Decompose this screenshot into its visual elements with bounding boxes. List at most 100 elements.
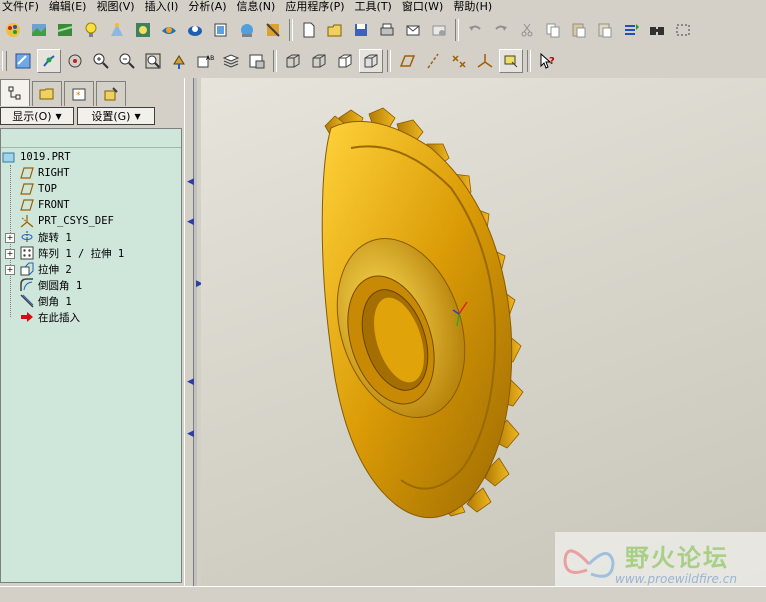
tree-item-insert-here[interactable]: 在此插入	[19, 309, 80, 325]
menu-file[interactable]: 文件(F)	[0, 0, 47, 14]
tree-item-extrude[interactable]: 拉伸 2	[19, 261, 72, 277]
tree-item-label: 阵列 1 / 拉伸 1	[38, 247, 125, 260]
csys-display-icon[interactable]	[473, 49, 497, 73]
toolbar-grip[interactable]	[2, 51, 7, 71]
find-icon[interactable]	[645, 18, 669, 42]
tree-item-revolve[interactable]: 旋转 1	[19, 229, 72, 245]
datum-plane-icon	[19, 182, 34, 196]
tree-item-chamfer[interactable]: 倒角 1	[19, 293, 72, 309]
settings-dropdown[interactable]: 设置(G) ▼	[77, 107, 155, 125]
shading-icon[interactable]	[359, 49, 383, 73]
collapse-left-icon[interactable]: ◀	[187, 430, 194, 439]
tree-item-right[interactable]: RIGHT	[19, 165, 70, 181]
toolbar-separator	[273, 50, 277, 72]
undo-icon[interactable]	[463, 18, 487, 42]
tab-folder-browser[interactable]	[32, 81, 62, 106]
wireframe-icon[interactable]	[281, 49, 305, 73]
photolux-icon[interactable]	[235, 18, 259, 42]
spotlight-icon[interactable]	[105, 18, 129, 42]
menu-edit[interactable]: 编辑(E)	[47, 0, 95, 14]
zoom-out-icon[interactable]	[115, 49, 139, 73]
menu-analysis[interactable]: 分析(A)	[186, 0, 234, 14]
cut-icon[interactable]	[515, 18, 539, 42]
model-tree: 1019.PRT RIGHT TOP FRONT PRT_CSYS_DEF + …	[0, 128, 182, 583]
collapse-left-icon[interactable]: ◀	[187, 378, 194, 387]
panel-splitter[interactable]: ◀ ◀ ▶ ◀ ◀	[184, 78, 203, 586]
render-region-icon[interactable]	[183, 18, 207, 42]
color-appearance-icon[interactable]	[1, 18, 25, 42]
no-hidden-icon[interactable]	[333, 49, 357, 73]
menu-info[interactable]: 信息(N)	[235, 0, 284, 14]
watermark-title: 野火论坛	[625, 544, 729, 572]
collapse-left-icon[interactable]: ◀	[187, 218, 194, 227]
redo-icon[interactable]	[489, 18, 513, 42]
copy-icon[interactable]	[541, 18, 565, 42]
gear-model[interactable]	[201, 78, 766, 586]
tree-item-pattern[interactable]: 阵列 1 / 拉伸 1	[19, 245, 124, 261]
render-icon[interactable]	[157, 18, 181, 42]
menu-tools[interactable]: 工具(T)	[353, 0, 400, 14]
model-tree-header	[1, 129, 181, 148]
view-manager-icon[interactable]	[245, 49, 269, 73]
svg-text:?: ?	[549, 56, 555, 67]
paste-special-icon[interactable]	[593, 18, 617, 42]
datum-points-display-icon[interactable]	[447, 49, 471, 73]
model-tree-controls: 显示(O) ▼ 设置(G) ▼	[0, 107, 183, 127]
collapse-left-icon[interactable]: ◀	[187, 178, 194, 187]
paste-icon[interactable]	[567, 18, 591, 42]
graphics-window[interactable]	[201, 78, 766, 586]
tab-favorites[interactable]: *	[64, 81, 94, 106]
zoom-in-icon[interactable]	[89, 49, 113, 73]
svg-text:AB: AB	[206, 55, 214, 62]
expand-icon[interactable]: +	[5, 265, 15, 275]
regenerate-icon[interactable]	[619, 18, 643, 42]
datum-axes-display-icon[interactable]	[421, 49, 445, 73]
tree-item-round[interactable]: 倒圆角 1	[19, 277, 82, 293]
context-help-icon[interactable]: ?	[535, 49, 559, 73]
orient-mode-icon[interactable]	[63, 49, 87, 73]
tree-item-front[interactable]: FRONT	[19, 197, 70, 213]
tree-root-label: 1019.PRT	[20, 151, 71, 163]
toolbar-separator	[455, 19, 459, 41]
show-dropdown[interactable]: 显示(O) ▼	[0, 107, 74, 125]
light-icon[interactable]	[79, 18, 103, 42]
spin-center-icon[interactable]	[37, 49, 61, 73]
tree-item-top[interactable]: TOP	[19, 181, 57, 197]
part-icon	[1, 150, 16, 164]
expand-icon[interactable]: +	[5, 249, 15, 259]
rendered-view-icon[interactable]	[209, 18, 233, 42]
menu-insert[interactable]: 插入(I)	[143, 0, 187, 14]
status-bar	[0, 586, 766, 602]
send-mail-icon[interactable]	[401, 18, 425, 42]
layers-icon[interactable]	[219, 49, 243, 73]
datum-planes-display-icon[interactable]	[395, 49, 419, 73]
menu-help[interactable]: 帮助(H)	[451, 0, 500, 14]
hidden-line-icon[interactable]	[307, 49, 331, 73]
tree-root[interactable]: 1019.PRT	[1, 149, 71, 165]
svg-text:*: *	[76, 91, 81, 101]
room-icon[interactable]	[131, 18, 155, 42]
print-icon[interactable]	[375, 18, 399, 42]
toolbar-separator	[289, 19, 293, 41]
splitter-strip	[193, 78, 197, 586]
tool-effects-icon[interactable]	[261, 18, 285, 42]
refit-icon[interactable]	[141, 49, 165, 73]
menu-applications[interactable]: 应用程序(P)	[283, 0, 352, 14]
model-setup-icon[interactable]	[27, 18, 51, 42]
save-icon[interactable]	[349, 18, 373, 42]
send-link-icon[interactable]	[427, 18, 451, 42]
reorient-icon[interactable]	[167, 49, 191, 73]
new-file-icon[interactable]	[297, 18, 321, 42]
tab-model-tree[interactable]	[0, 79, 30, 106]
annotation-display-icon[interactable]	[499, 49, 523, 73]
saved-views-icon[interactable]: AB	[193, 49, 217, 73]
menu-view[interactable]: 视图(V)	[94, 0, 142, 14]
open-file-icon[interactable]	[323, 18, 347, 42]
repaint-icon[interactable]	[11, 49, 35, 73]
scene-icon[interactable]	[53, 18, 77, 42]
select-box-icon[interactable]	[671, 18, 695, 42]
menu-window[interactable]: 窗口(W)	[400, 0, 451, 14]
expand-icon[interactable]: +	[5, 233, 15, 243]
tree-item-csys[interactable]: PRT_CSYS_DEF	[19, 213, 114, 229]
tab-connections[interactable]	[96, 81, 126, 106]
